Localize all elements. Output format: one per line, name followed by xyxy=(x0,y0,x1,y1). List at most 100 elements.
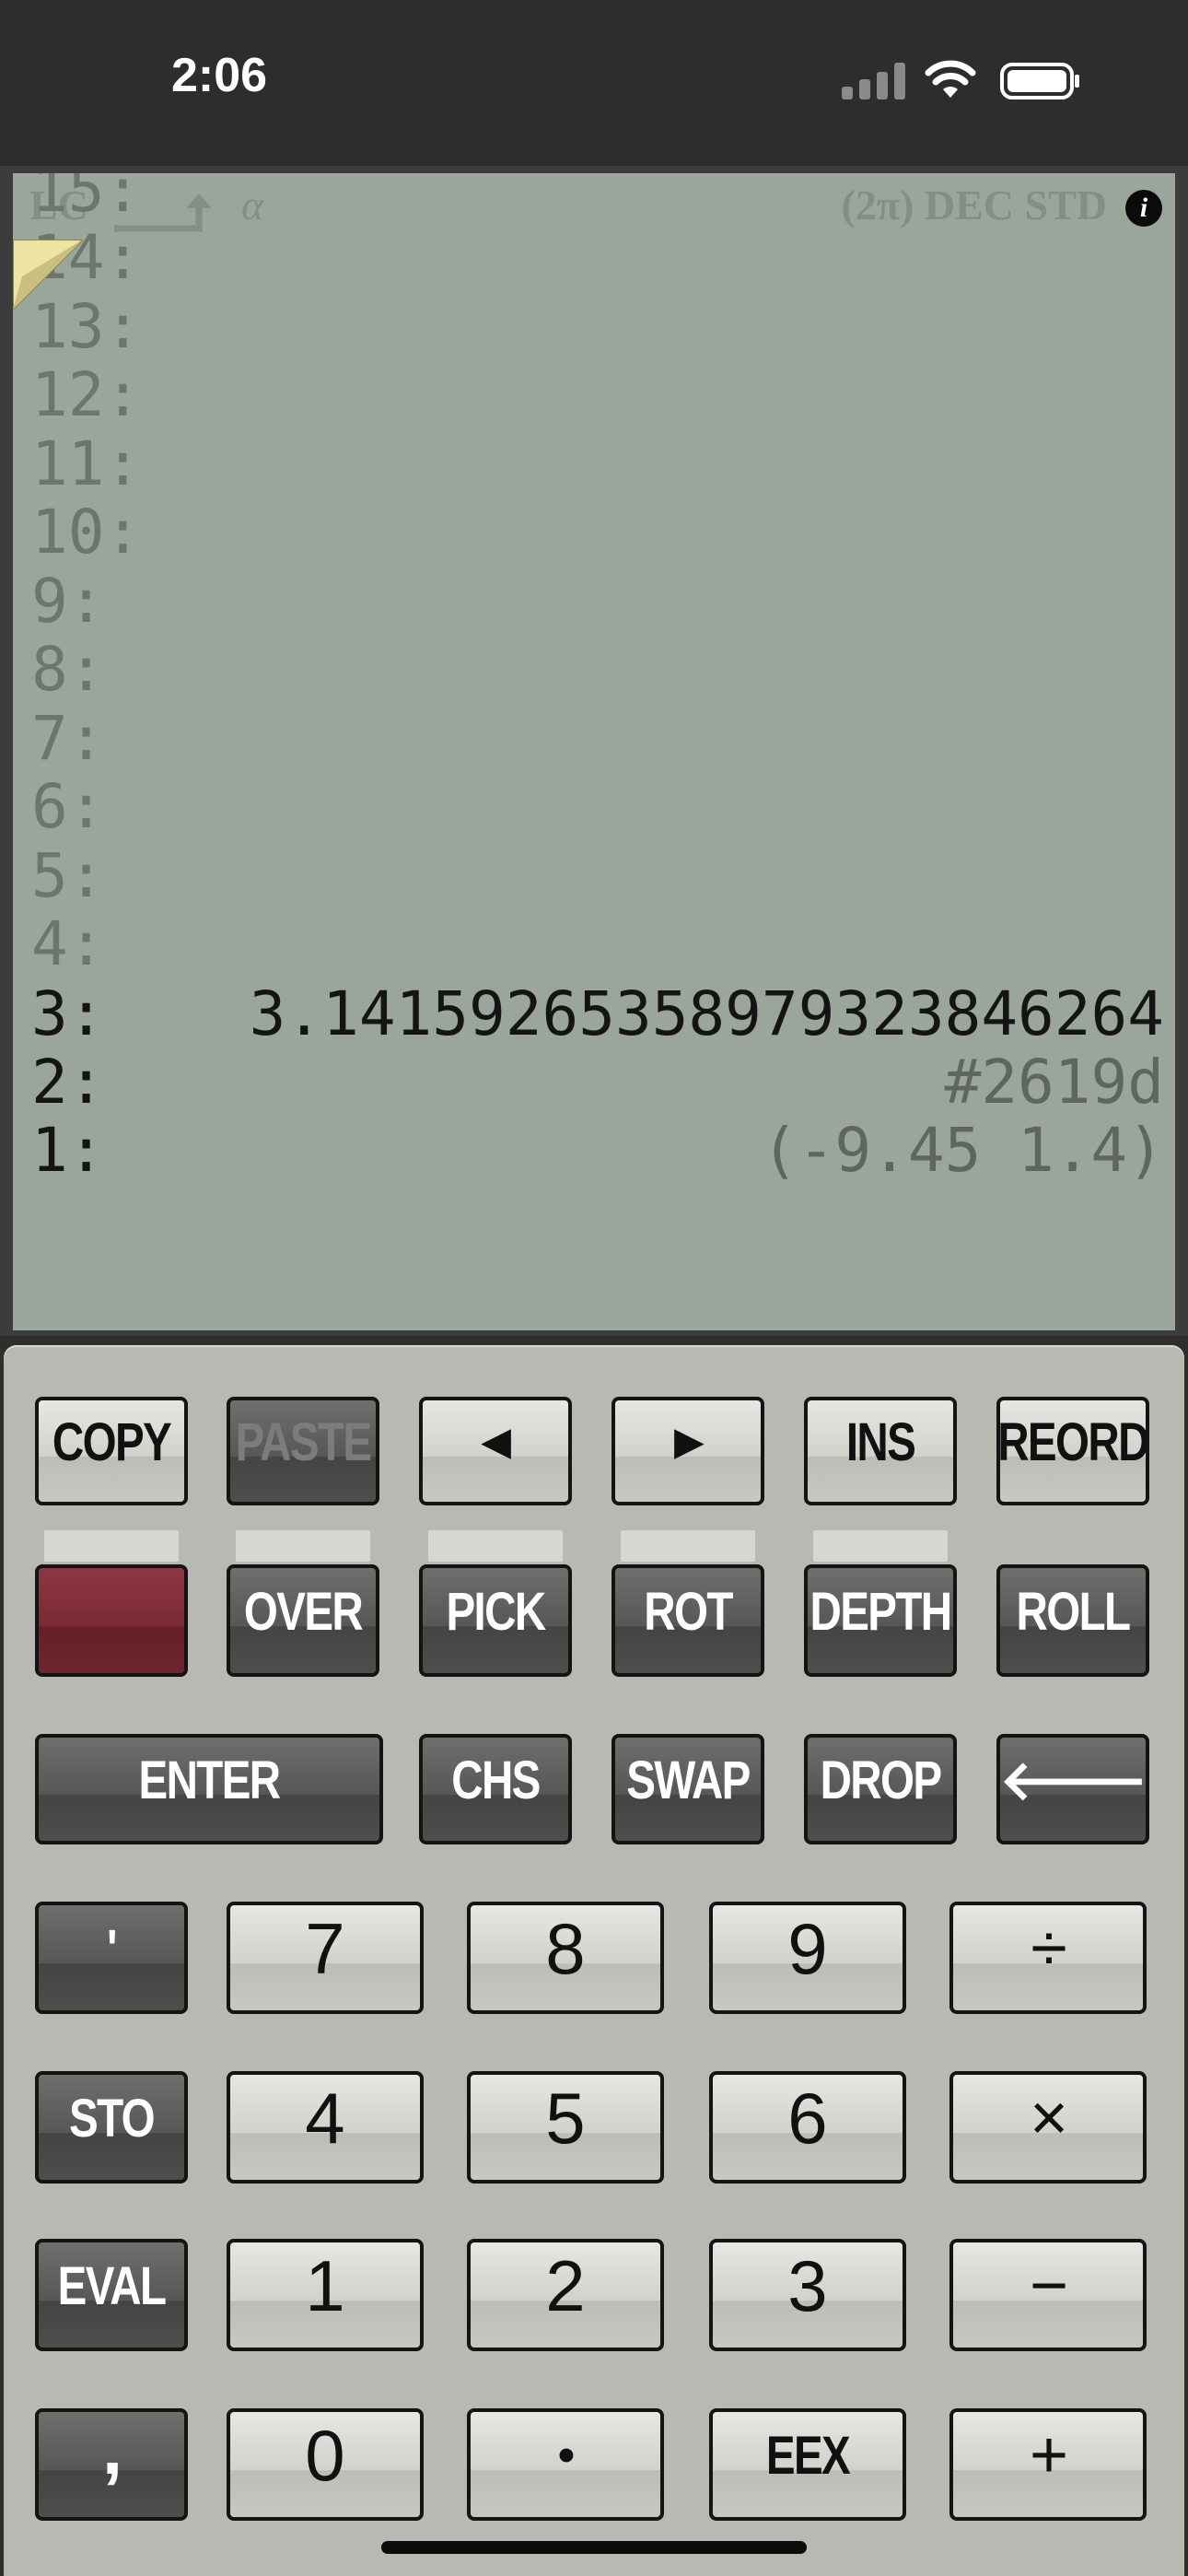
stack-row[interactable]: 8: xyxy=(31,636,1164,704)
key-label: 4 xyxy=(305,2077,345,2159)
key-enter[interactable]: ENTER xyxy=(35,1734,383,1844)
key-label: CHS xyxy=(451,1750,541,1810)
key-depth[interactable]: DEPTH xyxy=(804,1564,957,1677)
key-label: ▶ xyxy=(674,1422,704,1462)
shift-label-dsel xyxy=(786,1362,975,1393)
key-drop[interactable]: DROP xyxy=(804,1734,957,1844)
key-1[interactable]: 1 xyxy=(227,2239,424,2351)
key-quote[interactable]: ' xyxy=(35,1902,188,2014)
key-over[interactable]: OVER xyxy=(227,1564,379,1677)
stack-level-label: 11: xyxy=(31,428,142,499)
key-9[interactable]: 9 xyxy=(709,1902,906,2014)
stack-display[interactable]: LC α (2π) DEC STD i 6:15:14:13:12:11:10:… xyxy=(13,173,1175,1330)
key-swap[interactable]: SWAP xyxy=(611,1734,764,1844)
stack-level-label: 3: xyxy=(31,978,105,1049)
stack-level-label: 4: xyxy=(31,908,105,979)
key-label: ◀ xyxy=(482,1422,511,1462)
key-3[interactable]: 3 xyxy=(709,2239,906,2351)
shift-label-copyn xyxy=(17,1362,206,1393)
stack-row[interactable]: 4: xyxy=(31,910,1164,978)
shift-label-purge xyxy=(208,2036,442,2067)
stack-level-label: 12: xyxy=(31,359,142,430)
key-label: ÷ xyxy=(1031,1912,1067,1985)
stack-level-label: 1: xyxy=(31,1115,105,1186)
key-label: 7 xyxy=(305,1907,345,1989)
shift-label-visit xyxy=(17,1868,206,1899)
key-chs[interactable]: CHS xyxy=(419,1734,572,1844)
key-roll[interactable]: ROLL xyxy=(996,1564,1149,1677)
key-label: 1 xyxy=(305,2244,345,2326)
key-label: 3 xyxy=(787,2244,828,2326)
key-reord[interactable]: REORD xyxy=(996,1397,1149,1505)
stack-level-label: 10: xyxy=(31,497,142,568)
key-sto[interactable]: STO xyxy=(35,2071,188,2184)
stack-level-label: 5: xyxy=(31,840,105,911)
key-eval[interactable]: EVAL xyxy=(35,2239,188,2351)
home-indicator[interactable] xyxy=(381,2541,807,2554)
key-5[interactable]: 5 xyxy=(467,2071,664,2184)
key-decimal-point[interactable]: • xyxy=(467,2408,664,2521)
page-curl-icon[interactable] xyxy=(13,240,83,310)
key-user-toggle[interactable] xyxy=(35,1564,188,1677)
stack-row[interactable]: 10: xyxy=(31,498,1164,567)
key-label: COPY xyxy=(52,1411,172,1472)
shift-label-undo xyxy=(448,1868,682,1899)
key-eex[interactable]: EEX xyxy=(709,2408,906,2521)
key-divide[interactable]: ÷ xyxy=(949,1902,1147,2014)
key-7[interactable]: 7 xyxy=(227,1902,424,2014)
stack-level-label: 7: xyxy=(31,703,105,774)
key-4[interactable]: 4 xyxy=(227,2071,424,2184)
key-right-arrow[interactable]: ▶ xyxy=(611,1397,764,1505)
wifi-icon xyxy=(925,60,976,98)
shift-label-1-x xyxy=(931,1868,1165,1899)
shift-label-cut xyxy=(208,1362,398,1393)
stack-row[interactable]: 15: xyxy=(31,173,1164,225)
shift-label-stat xyxy=(621,1530,755,1562)
shift-label-rcl xyxy=(17,2036,206,2067)
shift-label-x xyxy=(931,2372,1165,2404)
shift-label-clear xyxy=(978,1699,1168,1730)
key-left-arrow[interactable]: ◀ xyxy=(419,1397,572,1505)
key-label: ROLL xyxy=(1016,1581,1132,1642)
key-label: EVAL xyxy=(57,2255,167,2316)
key-2[interactable]: 2 xyxy=(467,2239,664,2351)
key-8[interactable]: 8 xyxy=(467,1902,664,2014)
stack-row[interactable]: 14: xyxy=(31,224,1164,292)
stack-row[interactable]: 12: xyxy=(31,361,1164,429)
key-backspace[interactable]: 🡐 xyxy=(996,1734,1149,1844)
shift-label-edit xyxy=(17,1699,402,1730)
stack-row[interactable]: 5: xyxy=(31,842,1164,910)
key-label: 🡐 xyxy=(999,1750,1147,1811)
cellular-signal-icon xyxy=(842,63,906,100)
key-comma[interactable]: , xyxy=(35,2408,188,2521)
stack-row[interactable]: 3: 3.14159265358979323846264 xyxy=(31,980,1164,1048)
shift-label-trig xyxy=(428,1530,563,1562)
key-label: 5 xyxy=(545,2077,586,2159)
shift-label-mod xyxy=(691,2036,925,2067)
stack-level-label: 15: xyxy=(31,173,142,226)
shift-label-dropn xyxy=(593,1699,783,1730)
shift-label-symbol xyxy=(448,2205,682,2236)
key-copy[interactable]: COPY xyxy=(35,1397,188,1505)
shift-label-rolld xyxy=(978,1530,1168,1562)
stack-row[interactable]: 11: xyxy=(31,430,1164,498)
key-rot[interactable]: ROT xyxy=(611,1564,764,1677)
stack-row[interactable]: 7: xyxy=(31,705,1164,773)
key-0[interactable]: 0 xyxy=(227,2408,424,2521)
key-label: + xyxy=(1029,2418,1068,2492)
key-plus[interactable]: + xyxy=(949,2408,1147,2521)
key-ins[interactable]: INS xyxy=(804,1397,957,1505)
key-label: , xyxy=(101,2408,122,2489)
stack-row[interactable]: 6: xyxy=(31,773,1164,841)
key-6[interactable]: 6 xyxy=(709,2071,906,2184)
stack-row[interactable]: 1: (-9.45 1.4) xyxy=(31,1117,1164,1185)
key-minus[interactable]: − xyxy=(949,2239,1147,2351)
key-paste[interactable]: PASTE xyxy=(227,1397,379,1505)
key-pick[interactable]: PICK xyxy=(419,1564,572,1677)
key-label: 9 xyxy=(787,1907,828,1989)
key-label: 8 xyxy=(545,1907,586,1989)
stack-row[interactable]: 2: #2619d xyxy=(31,1048,1164,1117)
stack-row[interactable]: 9: xyxy=(31,568,1164,636)
stack-row[interactable]: 13: xyxy=(31,293,1164,361)
key-multiply[interactable]: × xyxy=(949,2071,1147,2184)
